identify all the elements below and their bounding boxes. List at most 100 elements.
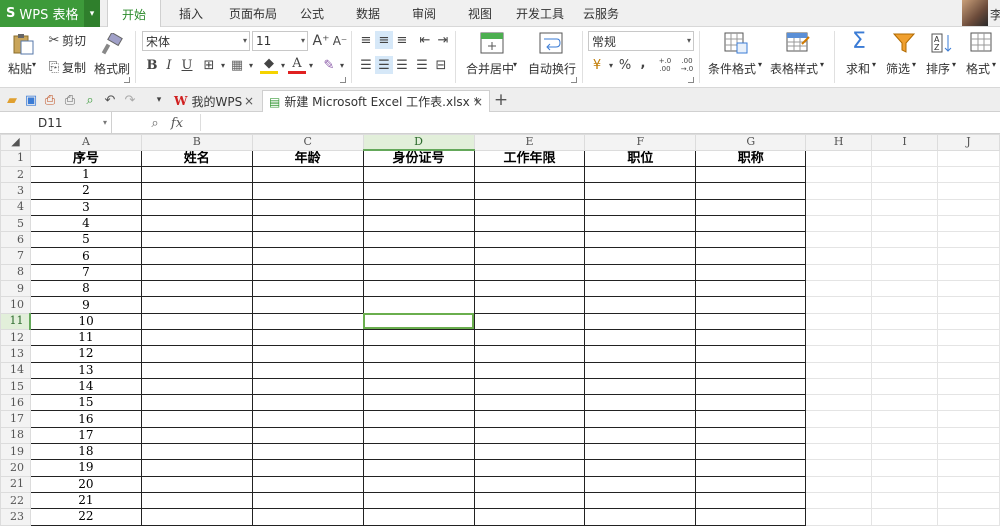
column-header-e[interactable]: E <box>473 134 586 151</box>
cell-f17[interactable] <box>584 410 697 428</box>
cell-f3[interactable] <box>584 182 697 200</box>
cell-g18[interactable] <box>695 426 807 445</box>
cell-c17[interactable] <box>251 410 364 428</box>
tab-home[interactable]: 开始 <box>107 0 161 28</box>
cell-i13[interactable] <box>871 345 938 363</box>
cell-b9[interactable] <box>140 280 253 298</box>
cell-b13[interactable] <box>140 345 253 363</box>
select-all-corner[interactable]: ◢ <box>0 134 31 151</box>
cell-b19[interactable] <box>140 443 253 461</box>
cell-b12[interactable] <box>140 328 253 347</box>
app-menu-chevron-icon[interactable]: ▾ <box>84 0 100 27</box>
cell-f15[interactable] <box>584 377 697 396</box>
print-icon[interactable]: ⎙ <box>61 91 79 109</box>
cell-f11[interactable] <box>584 312 697 330</box>
conditional-format-button[interactable]: 条件格式 ▾ <box>706 29 766 85</box>
conditional-format-chevron-icon[interactable]: ▾ <box>758 60 762 69</box>
column-header-g[interactable]: G <box>695 134 807 151</box>
cell-c3[interactable] <box>251 182 364 200</box>
align-middle-icon[interactable]: ≡ <box>375 31 393 49</box>
column-header-d[interactable]: D <box>362 134 475 151</box>
cell-h3[interactable] <box>805 182 873 200</box>
cell-c4[interactable] <box>251 198 364 216</box>
cell-a19[interactable]: 18 <box>29 443 142 461</box>
sum-button[interactable]: Σ 求和 ▾ <box>842 29 882 85</box>
cell-j19[interactable] <box>937 443 1000 461</box>
align-left-icon[interactable]: ☰ <box>357 56 375 74</box>
cell-c21[interactable] <box>251 475 364 493</box>
cell-a11[interactable]: 10 <box>29 312 142 330</box>
cell-b23[interactable] <box>140 508 253 526</box>
cell-f16[interactable] <box>584 394 697 412</box>
font-name-select[interactable]: 宋体 ▾ <box>142 31 250 51</box>
cell-h18[interactable] <box>805 426 873 445</box>
cell-d20[interactable] <box>362 459 475 477</box>
cell-i19[interactable] <box>871 443 938 461</box>
cell-h8[interactable] <box>805 263 873 282</box>
cell-c18[interactable] <box>251 426 364 445</box>
cell-b2[interactable] <box>140 165 253 184</box>
cell-e5[interactable] <box>473 214 586 233</box>
cell-h19[interactable] <box>805 443 873 461</box>
cell-c22[interactable] <box>251 491 364 510</box>
tab-cloud-services[interactable]: 云服务 <box>578 0 624 27</box>
cell-i1[interactable] <box>871 149 938 167</box>
cell-b7[interactable] <box>140 247 253 265</box>
cell-g12[interactable] <box>695 328 807 347</box>
cell-b3[interactable] <box>140 182 253 200</box>
filter-button[interactable]: 筛选 ▾ <box>884 29 924 85</box>
cell-e6[interactable] <box>473 231 586 249</box>
percent-button[interactable]: % <box>616 56 634 74</box>
cell-h23[interactable] <box>805 508 873 526</box>
clipboard-launcher-icon[interactable] <box>124 77 130 83</box>
cell-c12[interactable] <box>251 328 364 347</box>
close-tab-icon[interactable]: × <box>244 94 254 108</box>
cell-h14[interactable] <box>805 361 873 379</box>
name-box-chevron-icon[interactable]: ▾ <box>103 118 107 127</box>
row-header[interactable]: 6 <box>0 231 31 249</box>
cell-c1[interactable]: 年龄 <box>251 149 364 167</box>
cell-d11[interactable] <box>362 312 475 330</box>
tab-formulas[interactable]: 公式 <box>292 0 332 27</box>
column-header-c[interactable]: C <box>251 134 364 151</box>
cell-b4[interactable] <box>140 198 253 216</box>
cell-i5[interactable] <box>871 214 938 233</box>
cell-j12[interactable] <box>937 328 1000 347</box>
cell-b14[interactable] <box>140 361 253 379</box>
cell-c15[interactable] <box>251 377 364 396</box>
cell-j4[interactable] <box>937 198 1000 216</box>
cell-j9[interactable] <box>937 280 1000 298</box>
cell-g10[interactable] <box>695 296 807 314</box>
cell-d23[interactable] <box>362 508 475 526</box>
column-header-h[interactable]: H <box>805 134 873 151</box>
increase-indent-icon[interactable]: ⇥ <box>434 31 452 49</box>
cell-g3[interactable] <box>695 182 807 200</box>
cell-a1[interactable]: 序号 <box>29 149 142 167</box>
cell-h5[interactable] <box>805 214 873 233</box>
cell-a3[interactable]: 2 <box>29 182 142 200</box>
cell-style-chevron-icon[interactable]: ▾ <box>242 56 260 74</box>
cell-f18[interactable] <box>584 426 697 445</box>
cell-d14[interactable] <box>362 361 475 379</box>
row-header[interactable]: 16 <box>0 394 31 412</box>
cell-c23[interactable] <box>251 508 364 526</box>
cell-g22[interactable] <box>695 491 807 510</box>
cell-d4[interactable] <box>362 198 475 216</box>
cell-b10[interactable] <box>140 296 253 314</box>
table-style-chevron-icon[interactable]: ▾ <box>820 60 824 69</box>
cell-a8[interactable]: 7 <box>29 263 142 282</box>
cell-i23[interactable] <box>871 508 938 526</box>
column-header-j[interactable]: J <box>937 134 1000 151</box>
cell-e1[interactable]: 工作年限 <box>473 149 586 167</box>
cell-f23[interactable] <box>584 508 697 526</box>
row-header[interactable]: 13 <box>0 345 31 363</box>
cell-b18[interactable] <box>140 426 253 445</box>
cell-i20[interactable] <box>871 459 938 477</box>
cell-e23[interactable] <box>473 508 586 526</box>
cell-e19[interactable] <box>473 443 586 461</box>
user-name[interactable]: 李 <box>990 6 1000 23</box>
row-header[interactable]: 2 <box>0 165 31 184</box>
cell-g2[interactable] <box>695 165 807 184</box>
cell-b20[interactable] <box>140 459 253 477</box>
cell-d10[interactable] <box>362 296 475 314</box>
